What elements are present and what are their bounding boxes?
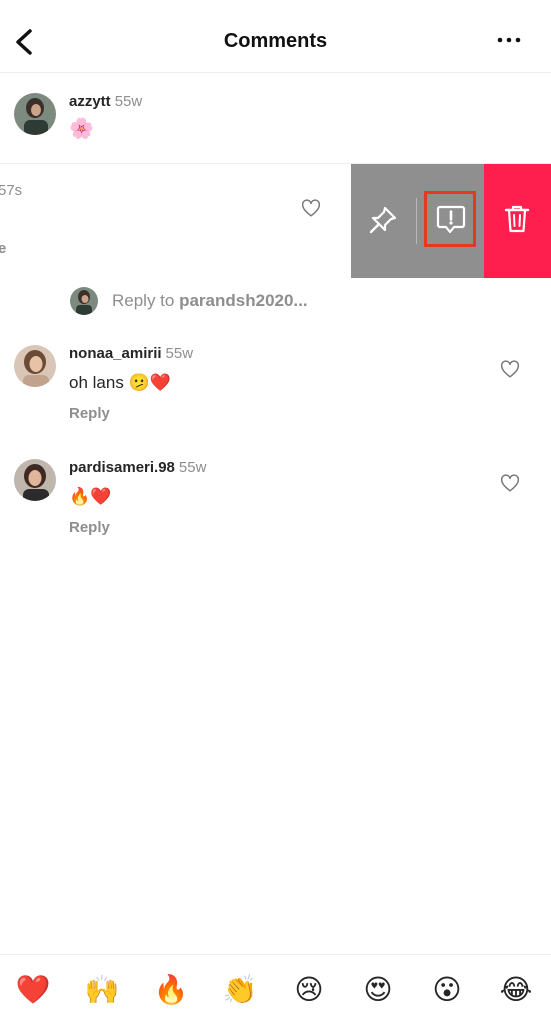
comment-username[interactable]: nonaa_amirii xyxy=(69,345,162,362)
comment-username[interactable]: pardisameri.98 xyxy=(69,459,175,476)
reply-to-link[interactable]: Reply to parandsh2020... xyxy=(112,291,308,311)
like-heart-icon[interactable] xyxy=(300,197,322,219)
emoji-heart-button[interactable]: ❤️ xyxy=(13,973,53,1007)
reply-button[interactable]: Reply xyxy=(69,519,206,536)
reply-to-username: parandsh2020... xyxy=(179,291,308,310)
reply-button[interactable]: Reply xyxy=(69,405,193,422)
emoji-fire-button[interactable]: 🔥 xyxy=(151,973,191,1007)
emoji-surprised-button[interactable]: 😮 xyxy=(427,973,467,1007)
avatar[interactable] xyxy=(14,459,56,501)
comment-row: pardisameri.98 55w 🔥❤️ Reply xyxy=(0,459,551,559)
comment-time-fragment: 57s xyxy=(0,182,23,199)
comment-text: oh lans 🫤❤️ xyxy=(69,373,171,392)
action-divider xyxy=(416,198,417,244)
comment-text: 🔥❤️ xyxy=(69,487,112,506)
reply-to-row: Reply to parandsh2020... xyxy=(70,286,308,316)
swipe-actions xyxy=(351,164,551,278)
avatar[interactable] xyxy=(14,345,56,387)
emoji-heart-eyes-button[interactable]: 😍 xyxy=(358,973,398,1007)
comment-text-fragment: e xyxy=(0,240,7,257)
emoji-raised-hands-button[interactable]: 🙌 xyxy=(82,973,122,1007)
comment-time: 55w xyxy=(165,345,194,362)
caption-time: 55w xyxy=(114,93,143,110)
trash-icon[interactable] xyxy=(501,202,533,236)
top-bar: Comments xyxy=(0,0,551,73)
like-heart-icon[interactable] xyxy=(499,358,521,380)
pin-icon[interactable] xyxy=(366,203,400,237)
caption-text: 🌸 xyxy=(69,118,94,140)
caption-row: azzytt 55w 🌸 xyxy=(0,73,551,164)
comment-time: 55w xyxy=(178,459,207,476)
more-options-icon[interactable] xyxy=(495,30,523,50)
report-highlight-box xyxy=(424,191,476,247)
caption-username[interactable]: azzytt xyxy=(69,93,111,110)
emoji-reaction-bar: ❤️ 🙌 🔥 👏 😢 😍 😮 😂 xyxy=(0,954,551,1025)
page-title: Comments xyxy=(223,30,328,52)
emoji-clap-button[interactable]: 👏 xyxy=(220,973,260,1007)
like-heart-icon[interactable] xyxy=(499,472,521,494)
avatar xyxy=(70,287,98,315)
avatar[interactable] xyxy=(14,93,56,135)
comment-row: nonaa_amirii 55w oh lans 🫤❤️ Reply xyxy=(0,345,551,445)
swiped-comment-row[interactable]: 57s e xyxy=(0,164,551,278)
emoji-crying-button[interactable]: 😢 xyxy=(289,973,329,1007)
delete-action[interactable] xyxy=(484,164,551,278)
reply-to-prefix: Reply to xyxy=(112,291,180,310)
emoji-laughing-button[interactable]: 😂 xyxy=(496,973,536,1007)
